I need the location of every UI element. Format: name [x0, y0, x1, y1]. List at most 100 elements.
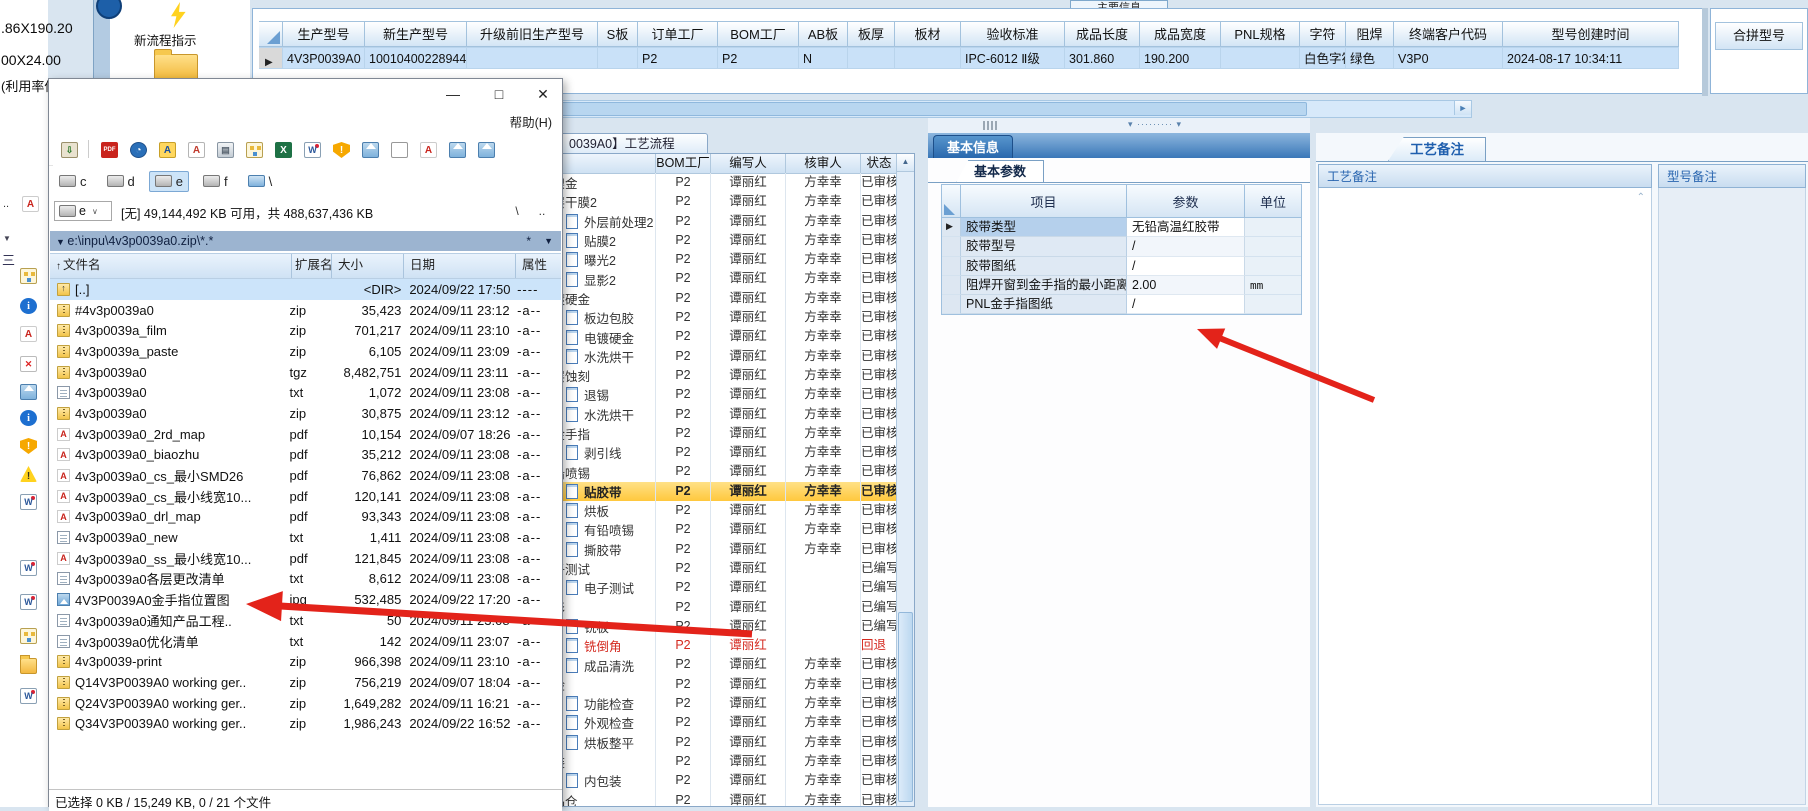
word-export-icon[interactable] [304, 142, 321, 158]
process-row[interactable]: 铣倒角 P2 谭丽红 回退 [538, 636, 897, 656]
file-row[interactable]: 4v3p0039a0_cs_最小SMD26 pdf 76,862 2024/09/11… [50, 465, 561, 486]
column-header-ext[interactable]: 扩展名 [292, 254, 332, 278]
close-button[interactable]: ✕ [528, 83, 558, 105]
row-selector[interactable]: ▶ [259, 47, 283, 69]
row-selector[interactable] [942, 275, 961, 296]
file-row[interactable]: 4v3p0039a0_drl_map pdf 93,343 2024/09/11 23… [50, 507, 561, 528]
param-value[interactable]: / [1127, 295, 1245, 315]
row-selector[interactable] [942, 295, 961, 315]
excel-export-icon[interactable] [275, 142, 292, 158]
param-value[interactable]: / [1127, 237, 1245, 257]
vertical-scrollbar[interactable] [896, 154, 914, 806]
file-row[interactable]: 4v3p0039a0各层更改清单 txt 8,612 2024/09/11 23:08… [50, 569, 561, 590]
select-all-cell[interactable] [942, 185, 961, 218]
column-header[interactable]: 板厚 [848, 21, 895, 47]
row-selector[interactable] [942, 237, 961, 257]
root-dir-button[interactable]: \ [508, 202, 526, 220]
process-row[interactable]: 贴膜2 P2 谭丽红 方幸幸 已审核 [538, 230, 897, 251]
model-remarks-content[interactable] [1658, 188, 1806, 805]
select-all-cell[interactable] [259, 21, 283, 47]
print-icon[interactable] [217, 142, 234, 158]
param-value[interactable]: 无铅高温红胶带 [1127, 218, 1245, 238]
tab-process-remarks[interactable]: 工艺备注 [1388, 137, 1486, 161]
process-row[interactable]: 外层蚀刻 P2 谭丽红 方幸幸 已审核 [538, 365, 897, 386]
side-warning-icon[interactable] [20, 466, 37, 482]
param-value[interactable]: / [1127, 256, 1245, 276]
process-row[interactable]: 成品仓P2谭丽红方幸幸已审核 [538, 790, 897, 806]
image-view-icon[interactable] [478, 142, 495, 158]
file-row[interactable]: 4v3p0039a0_ss_最小线宽10... pdf 121,845 2024/09… [50, 548, 561, 569]
process-row[interactable]: 电镀硬金 P2 谭丽红 方幸幸 已审核 [538, 288, 897, 309]
column-header-item[interactable]: 项目 [961, 185, 1127, 218]
side-word-doc-icon[interactable] [20, 594, 37, 610]
scroll-right-icon[interactable]: ► [1454, 101, 1471, 115]
font-highlight-icon[interactable] [159, 142, 176, 158]
minimize-button[interactable]: — [438, 83, 468, 105]
process-row[interactable]: 内包装 P2 谭丽红 方幸幸 已审核 [538, 771, 897, 791]
file-row[interactable]: 4V3P0039A0金手指位置图 jpg 532,485 2024/09/22 17:… [50, 589, 561, 610]
drive-button-net[interactable]: \ [242, 171, 279, 192]
process-row[interactable]: 外层前处理2 P2 谭丽红 方幸幸 已审核 [538, 211, 897, 231]
column-header-status[interactable]: 状态 [861, 154, 897, 173]
file-row[interactable]: 4v3p0039a0优化清单 txt 142 2024/09/11 23:07 -a-- [50, 631, 561, 652]
side-user-network-icon[interactable] [20, 268, 37, 284]
column-header-writer[interactable]: 编写人 [711, 154, 786, 173]
column-header[interactable]: 验收标准 [961, 21, 1065, 47]
process-row[interactable]: 功能检查 P2 谭丽红 方幸幸 已审核 [538, 694, 897, 714]
maximize-button[interactable]: □ [484, 83, 514, 105]
process-row[interactable]: 成品清洗 P2 谭丽红 方幸幸 已审核 [538, 655, 897, 675]
column-header[interactable]: 新生产型号 [365, 21, 467, 47]
drive-button-f[interactable]: f [197, 171, 234, 192]
tab-basic-info[interactable]: 基本信息 [933, 135, 1013, 158]
column-header-filename[interactable]: 文件名 [50, 254, 292, 278]
side-user-network-icon[interactable] [20, 628, 37, 644]
row-selector[interactable]: ▶ [942, 218, 961, 238]
side-folder-icon[interactable] [20, 655, 37, 674]
process-row[interactable]: 外观检查 P2 谭丽红 方幸幸 已审核 [538, 713, 897, 733]
file-row[interactable]: 4v3p0039a0_biaozhu pdf 35,212 2024/09/11 23… [50, 445, 561, 466]
process-row[interactable]: 显影2 P2 谭丽红 方幸幸 已审核 [538, 269, 897, 289]
drive-button-d[interactable]: d [101, 171, 141, 192]
column-header[interactable]: 生产型号 [283, 21, 365, 47]
file-row[interactable]: 4v3p0039a0_cs_最小线宽10... pdf 120,141 2024/09… [50, 486, 561, 507]
process-row[interactable]: 烘板 P2 谭丽红 方幸幸 已审核 [538, 501, 897, 521]
column-header-attr[interactable]: 属性 [516, 254, 561, 278]
column-header[interactable]: 型号创建时间 [1503, 21, 1679, 47]
column-header[interactable]: 板材 [895, 21, 961, 47]
process-row[interactable]: 剥引线 P2 谭丽红 方幸幸 已审核 [538, 443, 897, 463]
column-header-unit[interactable]: 单位 [1245, 185, 1301, 218]
column-header-date[interactable]: 日期 [404, 254, 516, 278]
scroll-up-icon[interactable] [897, 154, 914, 172]
process-row[interactable]: 曝光2 P2 谭丽红 方幸幸 已审核 [538, 250, 897, 270]
font-icon[interactable] [188, 142, 205, 158]
process-row[interactable]: 电镀硬金 P2 谭丽红 方幸幸 已审核 [538, 327, 897, 347]
column-header[interactable]: 阻焊 [1346, 21, 1394, 47]
schedule-icon[interactable] [130, 142, 147, 158]
side-image-view-icon[interactable] [20, 384, 37, 400]
path-dropdown-icon[interactable] [544, 231, 553, 251]
pdf-export-icon[interactable] [101, 142, 118, 158]
side-word-doc-icon[interactable] [20, 560, 37, 576]
param-row[interactable]: ▶ 胶带类型 无铅高温红胶带 [942, 218, 1301, 238]
merge-model-header[interactable]: 合拼型号 [1715, 22, 1803, 50]
file-row[interactable]: 4v3p0039a0 zip 30,875 2024/09/11 23:12 -a-- [50, 403, 561, 424]
file-row[interactable]: 4v3p0039a_film zip 701,217 2024/09/11 23:10… [50, 320, 561, 341]
file-row[interactable]: Q34V3P0039A0 working ger.. zip 1,986,243 20… [50, 713, 561, 734]
drive-button-c[interactable]: c [53, 171, 93, 192]
side-adobe-reader-icon[interactable] [20, 326, 37, 342]
process-row[interactable]: 镀金手指 P2 谭丽红 方幸幸 已审核 [538, 423, 897, 444]
side-delete-icon[interactable] [20, 356, 37, 372]
image-view-icon[interactable] [449, 142, 466, 158]
splitter-dots-icon[interactable] [1128, 119, 1182, 130]
param-value[interactable]: 2.00 [1127, 275, 1245, 296]
row-selector[interactable] [942, 256, 961, 276]
column-header-size[interactable]: 大小 [332, 254, 404, 278]
menu-help[interactable]: 帮助(H) [510, 112, 552, 131]
process-row[interactable]: 板边包胶 P2 谭丽红 方幸幸 已审核 [538, 308, 897, 328]
param-row[interactable]: 胶带图纸 / [942, 256, 1301, 276]
parent-dir-button[interactable]: .. [532, 202, 552, 220]
param-row[interactable]: 阻焊开窗到金手指的最小距离 2.00 mm [942, 275, 1301, 296]
column-header[interactable]: S板 [598, 21, 638, 47]
scrollbar-thumb[interactable] [898, 612, 913, 802]
scroll-up-icon[interactable] [1637, 192, 1645, 203]
